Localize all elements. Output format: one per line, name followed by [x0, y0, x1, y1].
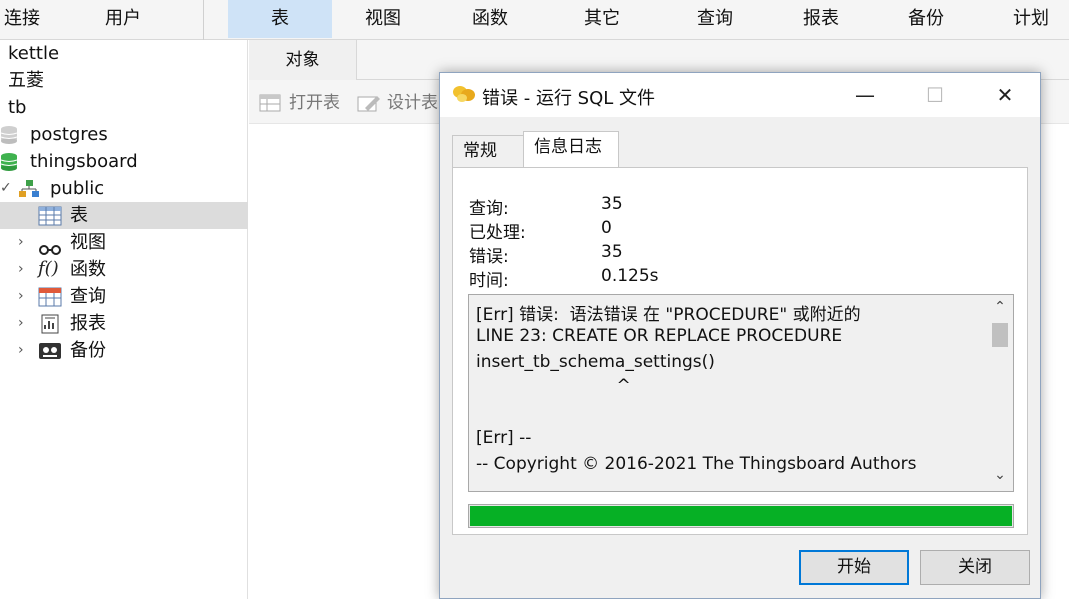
tree-item-tables[interactable]: 表 [0, 202, 248, 229]
progress-fill [470, 506, 1012, 526]
tree-item-functions[interactable]: › f() 函数 [0, 256, 248, 283]
processed-count-label: 已处理: [469, 223, 526, 243]
navicat-logo-icon [452, 83, 476, 110]
tree-item-thingsboard[interactable]: thingsboard [0, 148, 248, 175]
tree-item-kettle[interactable]: kettle [0, 40, 248, 67]
tree-item-label: 查询 [70, 286, 106, 307]
chevron-right-icon[interactable]: › [18, 283, 24, 310]
error-count-value: 35 [601, 242, 623, 262]
dialog-title: 错误 - 运行 SQL 文件 [482, 88, 656, 109]
close-icon[interactable]: ✕ [976, 73, 1034, 117]
start-button[interactable]: 开始 [799, 550, 909, 585]
message-log-panel: 查询: 35 已处理: 0 错误: 35 时间: 0.125s [Err] 错误… [452, 167, 1028, 535]
scroll-down-icon[interactable]: ⌄ [987, 467, 1013, 483]
design-table-button[interactable]: 设计表 [387, 92, 438, 114]
tree-item-label: 函数 [70, 259, 106, 280]
tree-item-tb[interactable]: tb [0, 94, 248, 121]
toolbar-views[interactable]: 视图 [348, 0, 418, 38]
tree-item-reports[interactable]: › 报表 [0, 310, 248, 337]
log-scrollbar[interactable]: ⌃ ⌄ [987, 295, 1013, 491]
chevron-right-icon[interactable]: › [18, 256, 24, 283]
elapsed-time-label: 时间: [469, 271, 509, 291]
tree-item-queries[interactable]: › 查询 [0, 283, 248, 310]
open-table-button[interactable]: 打开表 [289, 92, 340, 114]
tab-objects[interactable]: 对象 [249, 40, 357, 80]
log-line: -- Copyright © 2016-2021 The Thingsboard… [476, 454, 917, 474]
log-line: [Err] 错误: 语法错误 在 "PROCEDURE" 或附近的 [476, 305, 861, 325]
backup-icon [38, 341, 62, 369]
tree-item-label: public [50, 178, 105, 199]
chevron-right-icon[interactable]: › [18, 310, 24, 337]
log-line: LINE 23: CREATE OR REPLACE PROCEDURE [476, 326, 843, 346]
execution-progress-bar [468, 504, 1014, 528]
tree-item-label: postgres [30, 124, 108, 145]
tree-item-label: 备份 [70, 340, 106, 361]
design-table-icon [357, 94, 381, 117]
tree-item-label: 视图 [70, 232, 106, 253]
processed-count-value: 0 [601, 218, 612, 238]
toolbar-queries[interactable]: 查询 [680, 0, 750, 38]
tree-item-label: kettle [8, 43, 60, 64]
minimize-icon[interactable]: — [836, 73, 894, 117]
toolbar-backup[interactable]: 备份 [891, 0, 961, 38]
error-log-textbox[interactable]: [Err] 错误: 语法错误 在 "PROCEDURE" 或附近的 LINE 2… [468, 294, 1014, 492]
close-button[interactable]: 关闭 [920, 550, 1030, 585]
tab-general[interactable]: 常规 [452, 135, 524, 167]
log-line: insert_tb_schema_settings() [476, 352, 715, 372]
navigation-tree: kettle 五菱 tb postgres thingsboard ✓ publ… [0, 40, 248, 599]
toolbar-others[interactable]: 其它 [567, 0, 637, 38]
tree-item-label: 五菱 [8, 70, 44, 91]
tree-item-views[interactable]: › 视图 [0, 229, 248, 256]
elapsed-time-value: 0.125s [601, 266, 659, 286]
log-line: ^ [476, 376, 631, 396]
chevron-right-icon[interactable]: › [18, 229, 24, 256]
tree-item-wuling[interactable]: 五菱 [0, 67, 248, 94]
function-icon: f() [38, 258, 59, 279]
tree-item-label: 报表 [70, 313, 106, 334]
toolbar-users[interactable]: 用户 [88, 0, 158, 38]
maximize-icon[interactable]: ☐ [906, 73, 964, 117]
tree-item-postgres[interactable]: postgres [0, 121, 248, 148]
toolbar-schedule[interactable]: 计划 [996, 0, 1066, 38]
query-count-value: 35 [601, 194, 623, 214]
toolbar-separator [203, 0, 204, 40]
toolbar-tables[interactable]: 表 [228, 0, 332, 38]
toolbar-functions[interactable]: 函数 [455, 0, 525, 38]
toolbar-reports[interactable]: 报表 [786, 0, 856, 38]
dialog-titlebar[interactable]: 错误 - 运行 SQL 文件 — ☐ ✕ [440, 73, 1040, 117]
tab-message-log[interactable]: 信息日志 [523, 131, 619, 168]
tree-item-label: 表 [70, 205, 88, 226]
log-line: [Err] -- [476, 428, 532, 448]
run-sql-error-dialog: 错误 - 运行 SQL 文件 — ☐ ✕ 常规 信息日志 查询: 35 已处理:… [439, 72, 1041, 599]
main-toolbar: 连接 用户 表 视图 函数 其它 查询 报表 备份 计划 [0, 0, 1069, 40]
toolbar-connect[interactable]: 连接 [0, 0, 52, 38]
tree-item-public[interactable]: ✓ public [0, 175, 248, 202]
chevron-right-icon[interactable]: › [18, 337, 24, 364]
open-table-icon [259, 94, 281, 117]
query-count-label: 查询: [469, 199, 509, 219]
error-count-label: 错误: [469, 247, 509, 267]
tree-item-backup[interactable]: › 备份 [0, 337, 248, 364]
tree-item-label: tb [8, 97, 27, 118]
chevron-down-icon[interactable]: ✓ [0, 175, 12, 202]
scroll-thumb[interactable] [992, 323, 1008, 347]
tree-item-label: thingsboard [30, 151, 138, 172]
scroll-up-icon[interactable]: ⌃ [987, 299, 1013, 315]
